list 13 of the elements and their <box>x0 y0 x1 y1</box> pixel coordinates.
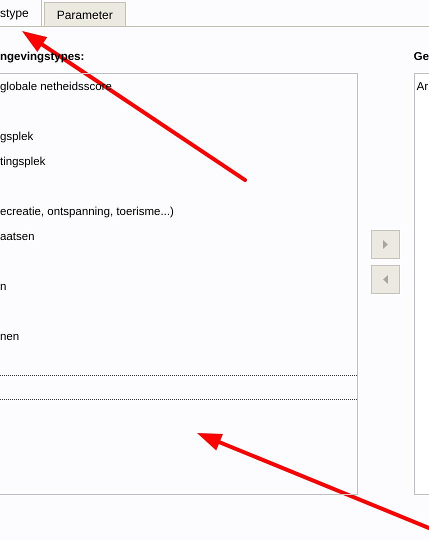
list-item[interactable]: nen <box>0 331 20 343</box>
list-item[interactable]: Ar <box>416 81 428 93</box>
list-item[interactable]: aatsen <box>0 231 35 243</box>
right-triangle-icon <box>382 240 388 249</box>
list-item[interactable]: n <box>0 281 6 293</box>
tab[interactable]: stype <box>0 0 42 27</box>
left-triangle-icon <box>382 275 388 284</box>
list-item[interactable]: gsplek <box>0 131 34 143</box>
focused-list-row[interactable] <box>0 375 357 400</box>
list-item[interactable]: tingsplek <box>0 156 46 168</box>
list-item[interactable]: ecreatie, ontspanning, toerisme...) <box>0 206 174 218</box>
list-label: Ge <box>414 50 429 65</box>
tab[interactable]: Parameter <box>44 2 126 26</box>
